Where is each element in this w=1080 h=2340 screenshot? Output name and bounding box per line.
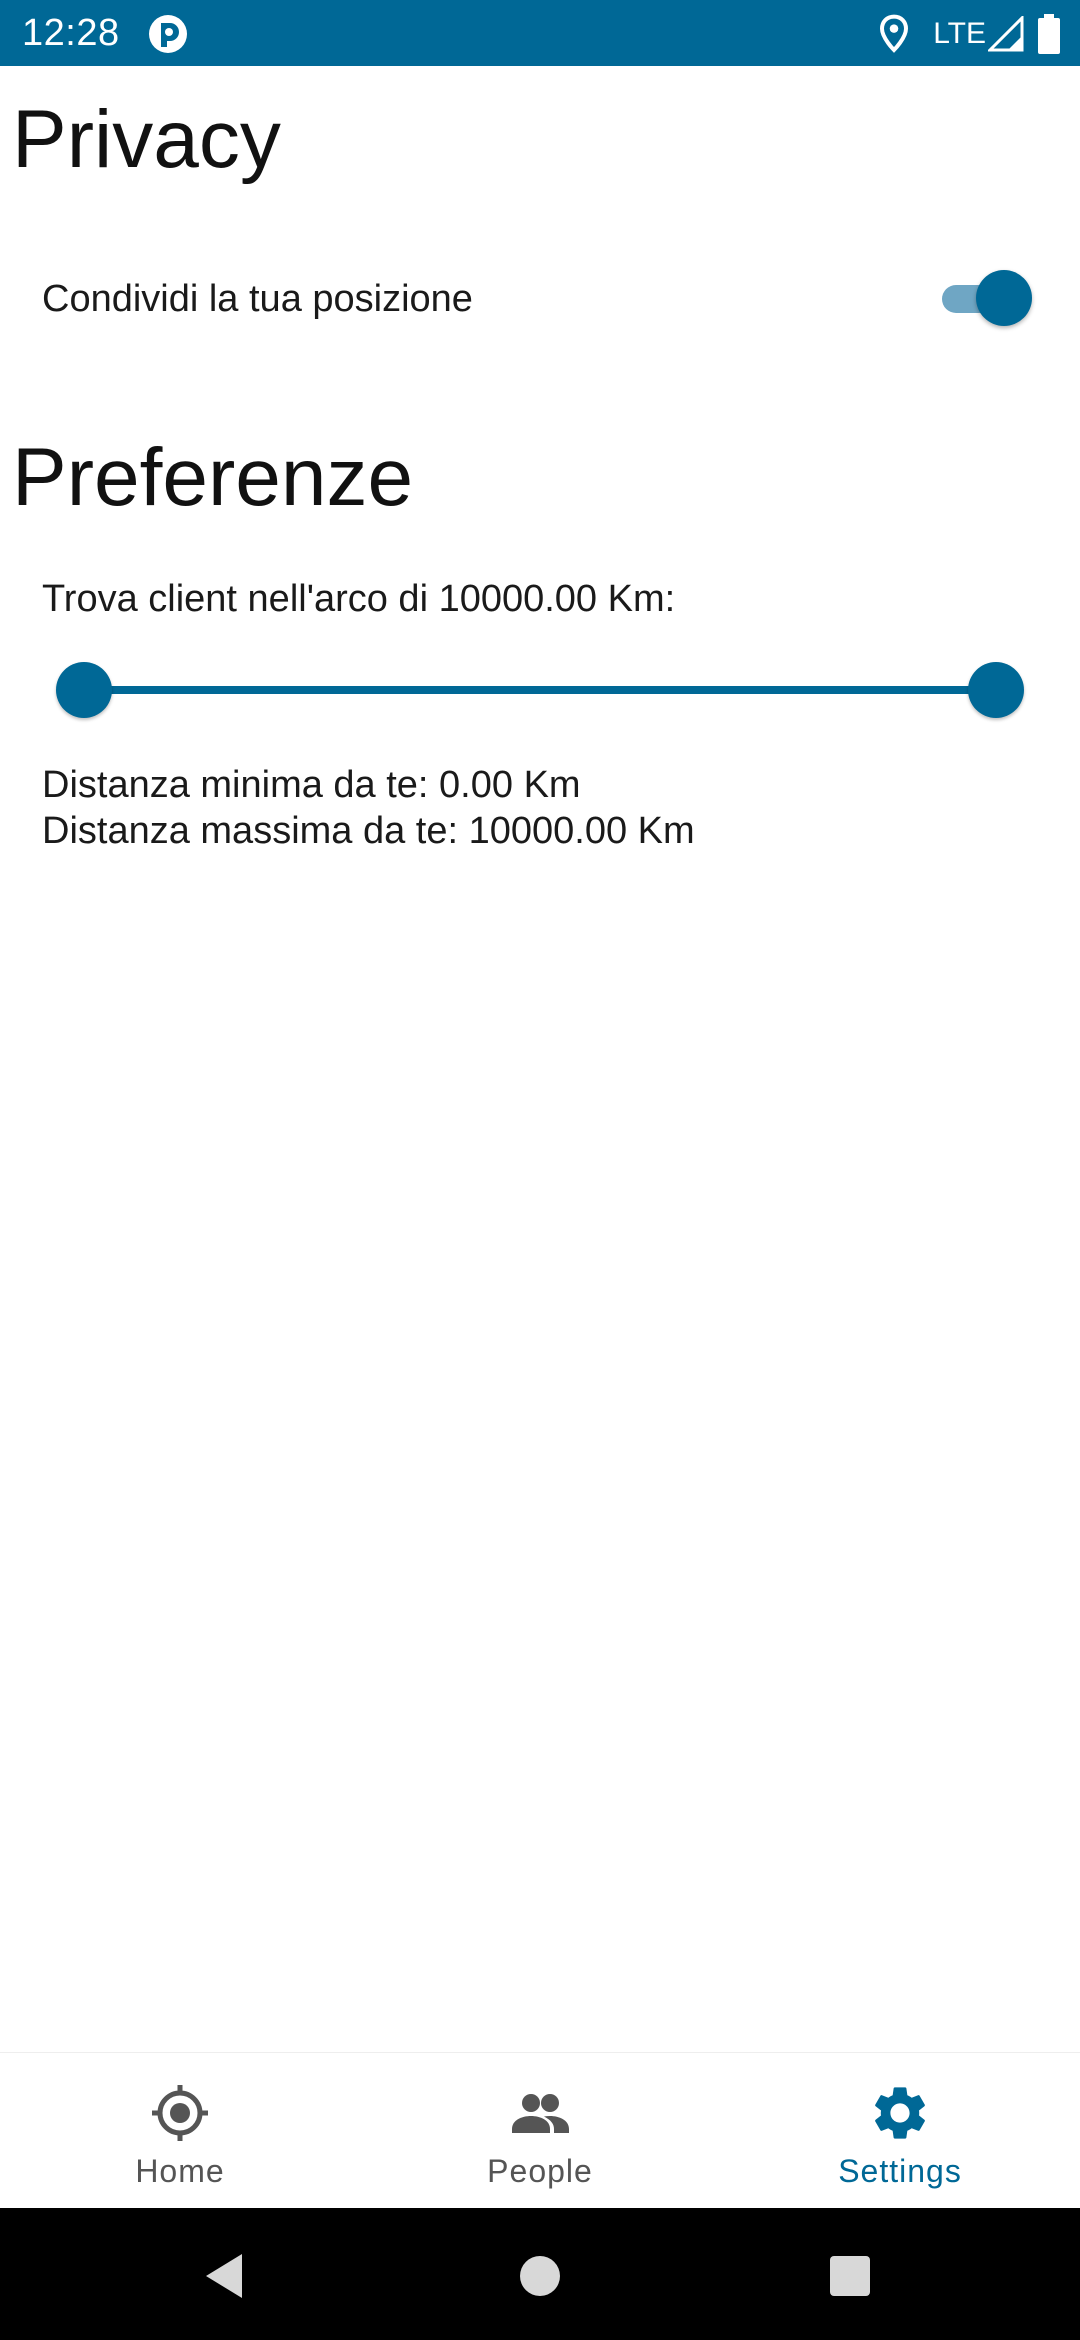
status-icons: LTE: [877, 12, 1060, 56]
home-circle-icon[interactable]: [512, 2248, 568, 2304]
crosshair-icon: [152, 2085, 208, 2141]
status-bar: 12:28 LTE: [0, 0, 1080, 66]
max-distance-text: Distanza massima da te: 10000.00 Km: [42, 810, 695, 852]
range-track: [84, 686, 996, 694]
nav-label-settings: Settings: [838, 2153, 962, 2189]
min-distance-text: Distanza minima da te: 0.00 Km: [42, 764, 581, 806]
nav-item-people[interactable]: People: [360, 2053, 720, 2209]
app-notification-icon: [149, 15, 187, 53]
battery-icon: [1038, 14, 1060, 54]
location-icon: [880, 14, 909, 53]
privacy-title: Privacy: [12, 94, 281, 185]
signal-icon: [988, 16, 1024, 52]
nav-item-home[interactable]: Home: [0, 2053, 360, 2209]
people-icon: [512, 2094, 569, 2133]
range-min-handle[interactable]: [56, 662, 112, 718]
share-location-label: Condividi la tua posizione: [42, 278, 473, 320]
status-time: 12:28: [22, 12, 120, 54]
nav-item-settings[interactable]: Settings: [720, 2053, 1080, 2209]
back-icon[interactable]: [198, 2248, 254, 2304]
distance-range-slider[interactable]: [56, 660, 1024, 720]
preferences-title: Preferenze: [12, 432, 414, 523]
range-max-handle[interactable]: [968, 662, 1024, 718]
nav-label-home: Home: [135, 2153, 225, 2189]
switch-thumb[interactable]: [976, 270, 1032, 326]
gear-icon: [875, 2087, 925, 2139]
bottom-navigation: Home People Settings: [0, 2052, 1080, 2209]
nav-label-people: People: [487, 2153, 593, 2189]
network-type: LTE: [933, 17, 986, 50]
recents-square-icon[interactable]: [822, 2248, 878, 2304]
system-navigation-bar: [0, 2208, 1080, 2340]
range-label: Trova client nell'arco di 10000.00 Km:: [42, 578, 676, 620]
share-location-switch[interactable]: [942, 270, 1032, 326]
